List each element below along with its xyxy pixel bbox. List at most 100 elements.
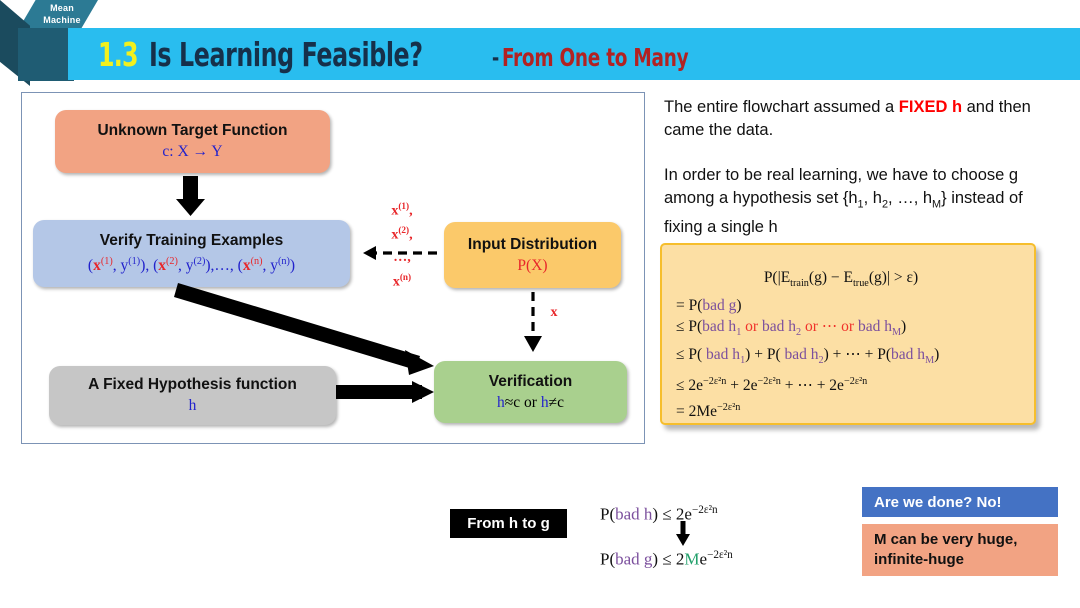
explanation-paragraph-2: In order to be real learning, we have to…: [664, 164, 1064, 239]
derivation-line-5: = 2Me−2ε²n: [676, 397, 1024, 423]
d5-a: = 2Me: [676, 403, 718, 421]
para1-fixed-h: FIXED h: [898, 98, 963, 116]
d0-sub-true: true: [852, 278, 869, 290]
d2-close: ): [901, 318, 907, 336]
sample-label-x2: x(2),: [391, 225, 413, 243]
box-target-title: Unknown Target Function: [97, 122, 288, 139]
flowchart-box-verification: Verification h≈c or h≠c: [434, 361, 627, 423]
d5-exp: −2ε²n: [717, 401, 741, 413]
d2-dots: ⋯: [821, 318, 838, 336]
verification-c2: c: [557, 393, 564, 411]
bf2-a: P(: [600, 549, 616, 569]
bf2-exp: −2ε²n: [707, 548, 733, 561]
bottom-formula-line-2: P(bad g) ≤ 2Me−2ε²n: [600, 535, 840, 580]
para2-mid: , h: [863, 189, 882, 207]
d4-b: + 2e: [726, 377, 758, 395]
bf2-m: M: [684, 549, 700, 569]
bf1-bad-h: bad h: [615, 504, 653, 524]
d2-hM: bad hM: [857, 318, 902, 339]
logo-label-line2: Machine: [43, 15, 81, 25]
box-input-title: Input Distribution: [467, 235, 598, 253]
huge-line-2: infinite-huge: [874, 551, 964, 568]
d3-h2: bad h2: [784, 345, 824, 366]
logo-cube-front-face: [18, 28, 74, 81]
box-verification-formula: h≈c or h≠c: [497, 393, 564, 413]
box-hypothesis-symbol: h: [188, 397, 197, 414]
title-section-number: 1.3: [98, 35, 138, 74]
d0-a: P(|E: [763, 269, 791, 286]
are-we-done-banner: Are we done? No!: [862, 487, 1058, 517]
box-verify-title: Verify Training Examples: [99, 231, 284, 249]
d3-hM: bad hM: [891, 345, 935, 366]
flowchart-box-unknown-target-function: Unknown Target Function c: X → Y: [55, 110, 330, 173]
d1-op: = P(: [676, 296, 703, 314]
d0-end: (g)| > ε): [868, 269, 919, 286]
d2-h1: bad h1: [702, 318, 742, 339]
verification-c-or: c or: [513, 393, 537, 411]
d1-bad-g: bad g: [702, 296, 737, 314]
derivation-lines: P(|Etrain(g) − Etrue(g)| > ε) = P(bad g)…: [676, 267, 1024, 423]
para2-mid-2: , …, h: [888, 189, 933, 207]
d3-plus-2: ) + ⋯ + P(: [823, 345, 892, 363]
derivation-box: P(|Etrain(g) − Etrue(g)| > ε) = P(bad g)…: [660, 243, 1036, 425]
box-input-formula: P(X): [517, 256, 548, 274]
d2-or-1: or: [741, 318, 762, 336]
derivation-line-3: ≤ P( bad h1) + P( bad h2) + ⋯ + P(bad hM…: [676, 344, 1024, 372]
d4-exp-3: −2ε²n: [843, 376, 868, 388]
not-equal-symbol: ≠: [548, 393, 558, 411]
down-arrow-icon: [676, 521, 690, 546]
title-main: Is Learning Feasible?: [149, 35, 423, 74]
d0-sub-train: train: [790, 278, 809, 290]
d3-op: ≤ P(: [676, 345, 707, 363]
d4-c: + ⋯ + 2e: [780, 377, 844, 395]
d4-exp-1: −2ε²n: [703, 376, 727, 388]
box-target-formula: c: X → Y: [162, 142, 222, 162]
box-target-formula-suffix: Y: [211, 143, 223, 160]
bf2-c: e: [699, 549, 708, 569]
sample-label-ellipsis: …,: [393, 250, 411, 265]
bf2-b: ) ≤ 2: [652, 549, 685, 569]
d2-or-3: or: [837, 318, 858, 336]
d4-exp-2: −2ε²n: [757, 376, 781, 388]
d1-close: ): [736, 296, 742, 314]
d0-mid: (g) − E: [808, 269, 853, 286]
sample-label-x1: x(1),: [391, 201, 413, 219]
derivation-line-2: ≤ P(bad h1 or bad h2 or ⋯ or bad hM): [676, 316, 1024, 344]
derivation-line-1: = P(bad g): [676, 295, 1024, 317]
d2-h2: bad h2: [761, 318, 802, 339]
page-title: 1.3 Is Learning Feasible? - From One to …: [98, 33, 1058, 77]
d3-plus-1: ) + P(: [745, 345, 785, 363]
bf1-a: P(: [600, 504, 616, 524]
d3-h1: bad h1: [706, 345, 746, 366]
bottom-formula-line-1: P(bad h) ≤ 2e−2ε²n: [600, 490, 840, 535]
d2-or-2: or: [801, 318, 822, 336]
logo-label: Mean Machine: [26, 2, 98, 26]
box-verification-title: Verification: [488, 372, 573, 390]
box-target-formula-prefix: c: X: [162, 143, 189, 160]
sample-label-x2-sup: (2): [398, 225, 410, 235]
verification-h1: h: [497, 393, 505, 411]
m-can-be-huge-banner: M can be very huge, infinite-huge: [862, 524, 1058, 576]
title-subtitle: From One to Many: [502, 43, 689, 72]
dashed-arrow-label-x: x: [550, 305, 558, 320]
d2-op: ≤ P(: [676, 318, 703, 336]
from-h-to-g-badge: From h to g: [450, 509, 567, 538]
sample-label-x1-sup: (1): [398, 201, 410, 211]
derivation-line-0: P(|Etrain(g) − Etrue(g)| > ε): [676, 267, 1024, 295]
d4-a: ≤ 2e: [676, 377, 704, 395]
bf2-bad-g: bad g: [615, 549, 653, 569]
box-verify-formula: (x(1), y(1)), (x(2), y(2)),…, (x(n), y(n…: [87, 255, 296, 275]
flowchart-box-fixed-hypothesis: A Fixed Hypothesis function h: [49, 366, 336, 425]
logo-label-line1: Mean: [50, 3, 74, 13]
sample-label-xn-sup: (n): [399, 272, 412, 282]
d3-close: ): [934, 345, 940, 363]
derivation-line-4: ≤ 2e−2ε²n + 2e−2ε²n + ⋯ + 2e−2ε²n: [676, 371, 1024, 397]
approx-symbol: ≈: [504, 393, 514, 411]
box-hypothesis-title: A Fixed Hypothesis function: [88, 376, 297, 393]
explanation-text: The entire flowchart assumed a FIXED h a…: [664, 96, 1064, 239]
sample-label-xn: x(n): [371, 268, 433, 292]
flowchart-box-input-distribution: Input Distribution P(X): [444, 222, 621, 288]
para1-part-a: The entire flowchart assumed a: [664, 98, 899, 116]
para2-sub-3: M: [932, 198, 942, 211]
huge-line-1: M can be very huge,: [874, 531, 1018, 548]
